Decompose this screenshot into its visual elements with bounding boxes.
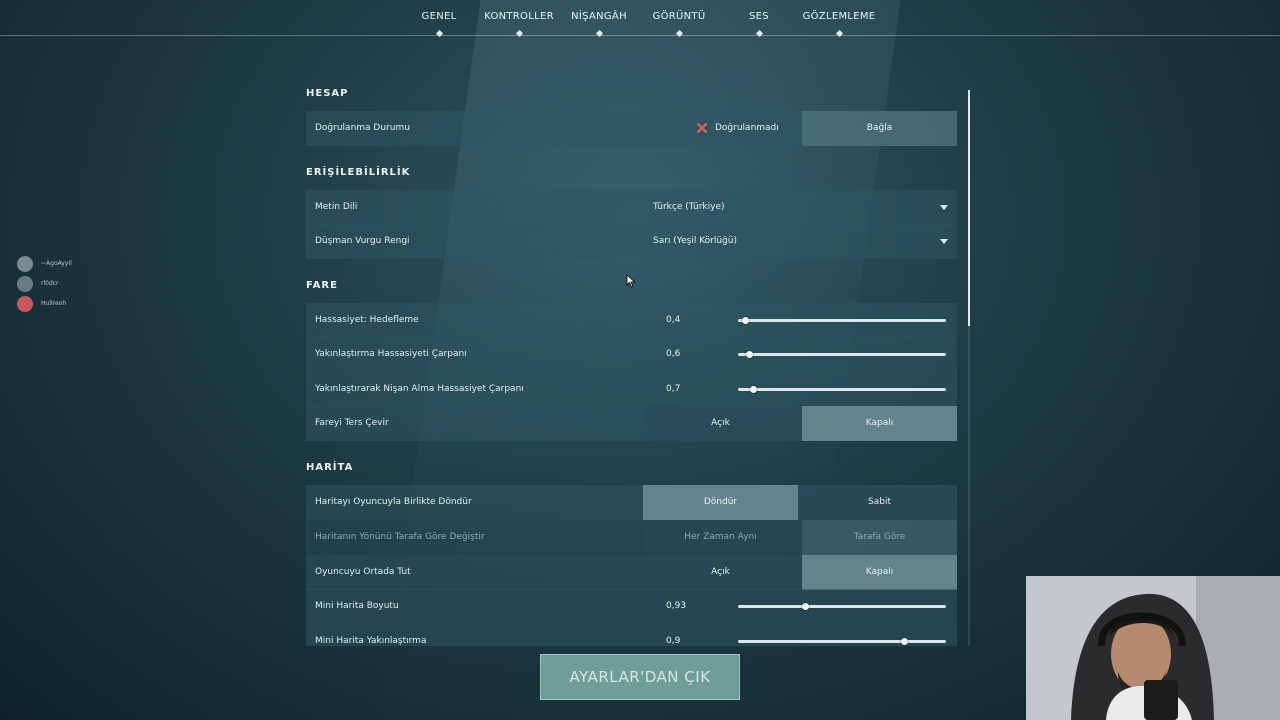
slider-thumb[interactable] — [802, 603, 810, 610]
setting-row-minimap-size: Mini Harita Boyutu 0,93 — [306, 589, 957, 624]
scrollbar-thumb[interactable] — [968, 90, 970, 326]
section-title-mouse: FARE — [306, 280, 338, 291]
setting-label: Mini Harita Boyutu — [315, 601, 399, 611]
tab-indicator-diamond — [595, 29, 604, 38]
friend-item[interactable]: ~AgoAyyil — [17, 256, 97, 272]
setting-row-verification: Doğrulanma Durumu Doğrulanmadı Bağla — [306, 111, 957, 146]
tab-ses[interactable]: SES — [740, 11, 778, 31]
exit-settings-button[interactable]: AYARLAR'DAN ÇIK — [540, 654, 740, 700]
settings-panel: HESAP Doğrulanma Durumu Doğrulanmadı Bağ… — [306, 80, 957, 646]
webcam-overlay — [1026, 576, 1280, 720]
friend-item[interactable]: rl0dcr — [17, 276, 97, 292]
friend-name: Hullreoh — [41, 300, 67, 307]
friend-name: ~AgoAyyil — [41, 260, 72, 267]
setting-label: Oyuncuyu Ortada Tut — [315, 567, 411, 577]
keep-center-off-option[interactable]: Kapalı — [802, 555, 957, 590]
slider-thumb[interactable] — [750, 386, 758, 393]
setting-label: Doğrulanma Durumu — [315, 123, 410, 133]
chevron-down-icon — [940, 239, 948, 244]
slider-thumb[interactable] — [746, 351, 754, 358]
section-title-map: HARİTA — [306, 462, 354, 473]
dropdown-value: Türkçe (Türkiye) — [653, 202, 725, 212]
setting-label: Düşman Vurgu Rengi — [315, 236, 410, 246]
toggle-group: Açık Kapalı — [643, 555, 957, 590]
text-language-dropdown[interactable]: Türkçe (Türkiye) — [643, 190, 957, 225]
slider-value: 0,7 — [666, 384, 681, 394]
tab-indicator-diamond — [435, 29, 444, 38]
tab-nisangah[interactable]: NİŞANGÂH — [567, 11, 631, 31]
setting-label: Haritayı Oyuncuyla Birlikte Döndür — [315, 497, 472, 507]
enemy-highlight-dropdown[interactable]: Sarı (Yeşil Körlüğü) — [643, 224, 957, 259]
ads-multiplier-slider[interactable] — [738, 386, 946, 393]
settings-tab-bar: GENEL KONTROLLER NİŞANGÂH GÖRÜNTÜ SES GÖ… — [0, 0, 1280, 38]
setting-row-ads-multiplier: Yakınlaştırarak Nişan Alma Hassasiyet Ça… — [306, 372, 957, 407]
setting-label: Haritanın Yönünü Tarafa Göre Değiştir — [315, 532, 485, 542]
invert-off-option[interactable]: Kapalı — [802, 406, 957, 441]
close-x-icon — [696, 122, 708, 134]
verification-status: Doğrulanmadı — [715, 123, 779, 133]
minimap-size-slider[interactable] — [738, 603, 946, 610]
zoom-multiplier-slider[interactable] — [738, 351, 946, 358]
section-title-accessibility: ERİŞİLEBİLİRLİK — [306, 167, 411, 178]
tab-indicator-diamond — [515, 29, 524, 38]
slider-value: 0,6 — [666, 349, 681, 359]
slider-value: 0,4 — [666, 315, 681, 325]
invert-on-option[interactable]: Açık — [643, 406, 798, 441]
tab-indicator-diamond — [675, 29, 684, 38]
bind-account-button[interactable]: Bağla — [802, 111, 957, 146]
setting-label: Fareyi Ters Çevir — [315, 418, 389, 428]
tab-genel[interactable]: GENEL — [409, 11, 469, 31]
tab-gozlemleme[interactable]: GÖZLEMLEME — [800, 11, 878, 31]
tab-indicator-diamond — [835, 29, 844, 38]
friend-name: rl0dcr — [41, 280, 59, 287]
setting-label: Yakınlaştırma Hassasiyeti Çarpanı — [315, 349, 467, 359]
slider-value: 0,9 — [666, 636, 681, 646]
avatar — [17, 276, 33, 292]
setting-row-enemy-highlight: Düşman Vurgu Rengi Sarı (Yeşil Körlüğü) — [306, 224, 957, 259]
always-same-option[interactable]: Her Zaman Aynı — [643, 520, 798, 555]
toggle-group: Her Zaman Aynı Tarafa Göre — [643, 520, 957, 555]
slider-thumb[interactable] — [900, 638, 908, 645]
setting-row-rotate-map: Haritayı Oyuncuyla Birlikte Döndür Döndü… — [306, 485, 957, 520]
rotate-option[interactable]: Döndür — [643, 485, 798, 520]
sensitivity-slider[interactable] — [738, 317, 946, 324]
setting-label: Mini Harita Yakınlaştırma — [315, 636, 427, 646]
setting-row-map-orientation: Haritanın Yönünü Tarafa Göre Değiştir He… — [306, 520, 957, 555]
minimap-zoom-slider[interactable] — [738, 638, 946, 645]
keep-center-on-option[interactable]: Açık — [643, 555, 798, 590]
chevron-down-icon — [940, 205, 948, 210]
setting-label: Yakınlaştırarak Nişan Alma Hassasiyet Ça… — [315, 384, 524, 394]
setting-row-text-language: Metin Dili Türkçe (Türkiye) — [306, 190, 957, 225]
mouse-cursor-icon — [626, 274, 636, 288]
tab-indicator-diamond — [755, 29, 764, 38]
dropdown-value: Sarı (Yeşil Körlüğü) — [653, 236, 737, 246]
avatar — [17, 256, 33, 272]
setting-row-invert-mouse: Fareyi Ters Çevir Açık Kapalı — [306, 406, 957, 441]
streamer-webcam-image — [1026, 576, 1280, 720]
fixed-option[interactable]: Sabit — [802, 485, 957, 520]
tab-goruntu[interactable]: GÖRÜNTÜ — [648, 11, 710, 31]
toggle-group: Açık Kapalı — [643, 406, 957, 441]
setting-row-sensitivity: Hassasiyet: Hedefleme 0,4 — [306, 303, 957, 338]
by-side-option[interactable]: Tarafa Göre — [802, 520, 957, 555]
tab-kontroller[interactable]: KONTROLLER — [484, 11, 554, 31]
friend-item[interactable]: Hullreoh — [17, 296, 97, 312]
avatar — [17, 296, 33, 312]
setting-label: Metin Dili — [315, 202, 358, 212]
toggle-group: Döndür Sabit — [643, 485, 957, 520]
slider-value: 0,93 — [666, 601, 687, 611]
setting-row-minimap-zoom: Mini Harita Yakınlaştırma 0,9 — [306, 624, 957, 646]
setting-label: Hassasiyet: Hedefleme — [315, 315, 419, 325]
section-title-hesap: HESAP — [306, 88, 349, 99]
slider-thumb[interactable] — [742, 317, 750, 324]
setting-row-keep-centered: Oyuncuyu Ortada Tut Açık Kapalı — [306, 555, 957, 590]
setting-row-zoom-multiplier: Yakınlaştırma Hassasiyeti Çarpanı 0,6 — [306, 337, 957, 372]
